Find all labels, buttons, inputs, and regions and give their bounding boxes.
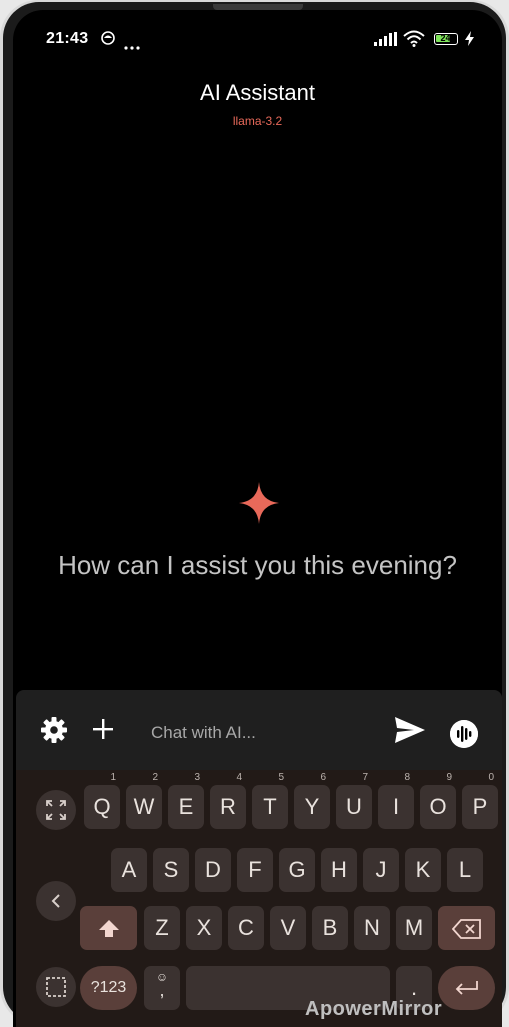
settings-icon[interactable] [40, 716, 68, 749]
charging-icon [465, 31, 474, 51]
send-icon[interactable] [394, 716, 426, 749]
key-r[interactable]: R4 [210, 772, 246, 829]
add-icon[interactable] [92, 718, 114, 745]
key-c[interactable]: C [228, 906, 264, 950]
key-number-hint: 4 [236, 772, 242, 783]
key-i[interactable]: I8 [378, 772, 414, 829]
key-number-hint: 3 [194, 772, 200, 783]
cursor-left-icon[interactable] [36, 881, 76, 921]
key-v[interactable]: V [270, 906, 306, 950]
key-label: P [472, 794, 488, 819]
model-label: llama-3.2 [232, 114, 283, 128]
screen: 21:43 24 AI Assistant llama-3.2 How can … [13, 10, 502, 1027]
key-x[interactable]: X [186, 906, 222, 950]
wifi-icon [403, 30, 425, 52]
top-bezel-notch [213, 4, 303, 10]
key-g[interactable]: G [279, 848, 315, 892]
key-label: I [392, 794, 400, 819]
expand-keyboard-icon[interactable] [36, 790, 76, 830]
phone-bezel: 21:43 24 AI Assistant llama-3.2 How can … [3, 2, 506, 1027]
backspace-key[interactable] [438, 906, 495, 950]
key-number-hint: 9 [446, 772, 452, 783]
app-notification-icon [101, 31, 115, 50]
key-k[interactable]: K [405, 848, 441, 892]
key-n[interactable]: N [354, 906, 390, 950]
emoji-comma-key[interactable]: ☺ , [144, 966, 180, 1010]
key-number-hint: 6 [320, 772, 326, 783]
page-title: AI Assistant [200, 80, 315, 105]
key-label: O [429, 794, 447, 819]
phone-frame: 21:43 24 AI Assistant llama-3.2 How can … [0, 0, 509, 1027]
key-u[interactable]: U7 [336, 772, 372, 829]
key-j[interactable]: J [363, 848, 399, 892]
key-number-hint: 2 [152, 772, 158, 783]
enter-icon [455, 981, 478, 995]
key-label: U [346, 794, 362, 819]
voice-mode-icon[interactable] [450, 720, 478, 748]
keyboard: Q1 W2 E3 R4 T5 Y6 U7 I8 O9 P0 A S D F G … [16, 770, 502, 1027]
key-a[interactable]: A [111, 848, 147, 892]
signal-icon [374, 32, 398, 51]
key-label: R [220, 794, 236, 819]
key-l[interactable]: L [447, 848, 483, 892]
key-o[interactable]: O9 [420, 772, 456, 829]
shift-icon [98, 920, 119, 938]
key-t[interactable]: T5 [252, 772, 288, 829]
symbols-key[interactable]: ?123 [80, 966, 137, 1010]
key-y[interactable]: Y6 [294, 772, 330, 829]
watermark: ApowerMirror [305, 998, 443, 1020]
battery-level: 24 [440, 33, 451, 43]
key-z[interactable]: Z [144, 906, 180, 950]
key-b[interactable]: B [312, 906, 348, 950]
backspace-icon [451, 919, 481, 940]
chat-input-bar [16, 690, 502, 770]
key-label: Q [93, 794, 111, 819]
key-p[interactable]: P0 [462, 772, 498, 829]
key-m[interactable]: M [396, 906, 432, 950]
shift-key[interactable] [80, 906, 137, 950]
key-d[interactable]: D [195, 848, 231, 892]
key-number-hint: 5 [278, 772, 284, 783]
status-bar: 21:43 24 [13, 10, 502, 54]
chat-input[interactable] [149, 718, 393, 748]
key-f[interactable]: F [237, 848, 273, 892]
key-h[interactable]: H [321, 848, 357, 892]
key-e[interactable]: E3 [168, 772, 204, 829]
key-q[interactable]: Q1 [84, 772, 120, 829]
key-label: W [133, 794, 155, 819]
greeting-text: How can I assist you this evening? [58, 550, 457, 580]
key-w[interactable]: W2 [126, 772, 162, 829]
comma-label: , [159, 980, 165, 1000]
sparkle-icon [239, 482, 279, 529]
key-number-hint: 0 [488, 772, 494, 783]
key-label: E [178, 794, 194, 819]
key-label: T [263, 794, 277, 819]
key-label: Y [304, 794, 320, 819]
clipboard-icon[interactable] [36, 967, 76, 1007]
status-time: 21:43 [46, 30, 89, 47]
key-number-hint: 7 [362, 772, 368, 783]
key-s[interactable]: S [153, 848, 189, 892]
enter-key[interactable] [438, 966, 495, 1010]
more-dots-icon [124, 37, 140, 55]
battery-icon: 24 [434, 33, 458, 45]
key-number-hint: 8 [404, 772, 410, 783]
key-number-hint: 1 [110, 772, 116, 783]
